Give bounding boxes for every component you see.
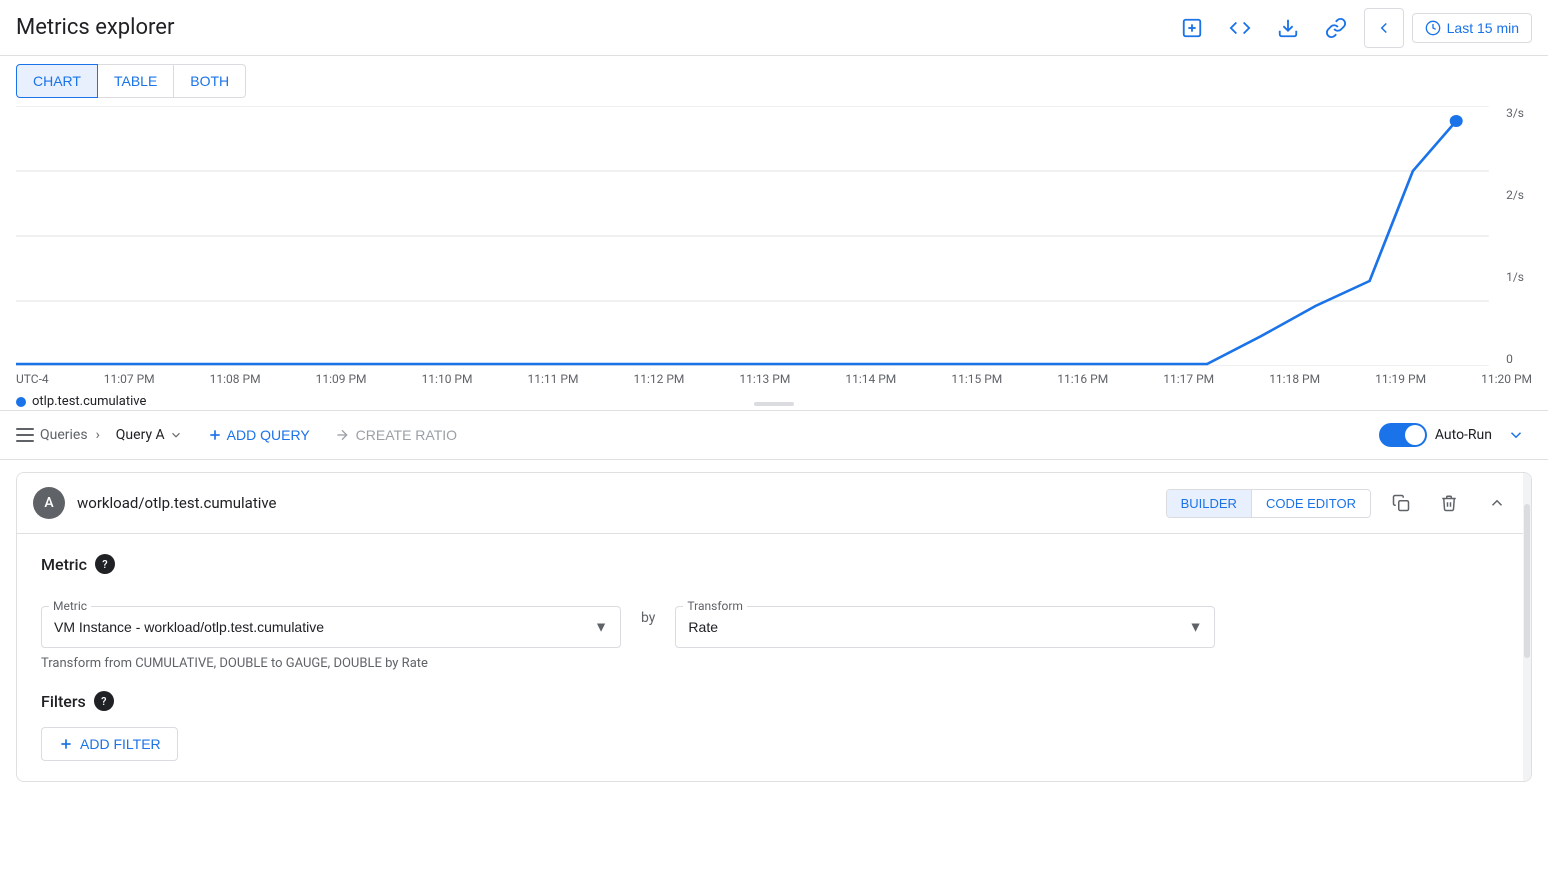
x-label-1111: 11:11 PM [528, 372, 579, 386]
collapse-icon [1488, 494, 1506, 512]
transform-field-label: Transform [683, 599, 747, 613]
add-filter-label: ADD FILTER [80, 736, 161, 752]
create-ratio-icon [334, 427, 350, 443]
chart-area: 3/s 2/s 1/s 0 UTC-4 11:07 PM 11:08 PM 11… [0, 98, 1548, 398]
x-label-1117: 11:17 PM [1163, 372, 1214, 386]
header-actions: Last 15 min [1172, 8, 1532, 48]
query-dropdown-icon [169, 428, 183, 442]
query-name: Query A [116, 427, 165, 443]
scrollbar-thumb [1524, 504, 1530, 658]
duplicate-query-button[interactable] [1383, 485, 1419, 521]
y-label-2s: 2/s [1506, 188, 1524, 202]
metric-help-icon[interactable]: ? [95, 554, 115, 574]
filters-label: Filters [41, 692, 86, 711]
builder-view-button[interactable]: BUILDER [1167, 490, 1251, 517]
metric-select[interactable]: VM Instance - workload/otlp.test.cumulat… [42, 607, 620, 647]
query-body: Metric ? Metric VM Instance - workload/o… [17, 534, 1531, 781]
auto-run-toggle[interactable]: ✓ [1379, 423, 1427, 447]
metric-field-label: Metric [49, 599, 91, 613]
toggle-checkmark: ✓ [1413, 428, 1423, 442]
x-label-utc: UTC-4 [16, 372, 49, 386]
duplicate-icon [1392, 494, 1410, 512]
auto-run-label: Auto-Run [1435, 427, 1492, 443]
time-range-button[interactable]: Last 15 min [1412, 13, 1532, 43]
x-label-1120: 11:20 PM [1481, 372, 1532, 386]
by-label: by [637, 590, 659, 626]
metric-row: Metric VM Instance - workload/otlp.test.… [41, 590, 1507, 648]
tab-both[interactable]: BOTH [174, 64, 246, 98]
transform-field: Transform Rate Delta None ▼ [675, 590, 1215, 648]
metric-label: Metric [41, 555, 87, 574]
legend-label: otlp.test.cumulative [32, 394, 146, 409]
time-range-label: Last 15 min [1447, 20, 1519, 36]
x-label-1109: 11:09 PM [316, 372, 367, 386]
create-ratio-button[interactable]: CREATE RATIO [326, 423, 465, 447]
alert-icon-button[interactable] [1172, 8, 1212, 48]
x-label-1108: 11:08 PM [210, 372, 261, 386]
list-icon [16, 428, 34, 442]
query-view-toggle: BUILDER CODE EDITOR [1166, 489, 1371, 518]
add-filter-button[interactable]: ADD FILTER [41, 727, 178, 761]
chart-y-axis: 3/s 2/s 1/s 0 [1506, 106, 1524, 366]
tab-table[interactable]: TABLE [98, 64, 174, 98]
collapse-panel-button[interactable] [1364, 8, 1404, 48]
page-title: Metrics explorer [16, 15, 174, 40]
query-bar: Queries › Query A ADD QUERY CREATE RATIO… [0, 410, 1548, 460]
delete-icon [1440, 494, 1458, 512]
x-label-1110: 11:10 PM [422, 372, 473, 386]
x-label-1119: 11:19 PM [1375, 372, 1426, 386]
y-label-0: 0 [1506, 352, 1524, 366]
queries-text: Queries [40, 427, 88, 443]
create-ratio-label: CREATE RATIO [356, 427, 457, 443]
x-label-1112: 11:12 PM [633, 372, 684, 386]
filters-section-title: Filters ? [41, 691, 1507, 711]
chart-svg [16, 106, 1532, 366]
y-label-3s: 3/s [1506, 106, 1524, 120]
view-tabs: CHART TABLE BOTH [0, 56, 1548, 98]
legend-color-dot [16, 397, 26, 407]
transform-select[interactable]: Rate Delta None [676, 607, 1214, 647]
code-editor-view-button[interactable]: CODE EDITOR [1251, 490, 1370, 517]
query-panel: A workload/otlp.test.cumulative BUILDER … [16, 472, 1532, 782]
transform-hint: Transform from CUMULATIVE, DOUBLE to GAU… [41, 656, 1507, 671]
add-filter-plus-icon [58, 736, 74, 752]
query-avatar: A [33, 487, 65, 519]
link-icon-button[interactable] [1316, 8, 1356, 48]
expand-down-button[interactable] [1500, 419, 1532, 451]
chart-x-axis: UTC-4 11:07 PM 11:08 PM 11:09 PM 11:10 P… [16, 370, 1532, 390]
collapse-query-button[interactable] [1479, 485, 1515, 521]
download-icon-button[interactable] [1268, 8, 1308, 48]
chevron-right-icon: › [96, 427, 100, 443]
x-label-1113: 11:13 PM [739, 372, 790, 386]
y-label-1s: 1/s [1506, 270, 1524, 284]
add-query-label: ADD QUERY [227, 427, 310, 443]
expand-down-icon [1507, 426, 1525, 444]
query-resource: workload/otlp.test.cumulative [77, 494, 1154, 512]
tab-chart[interactable]: CHART [16, 64, 98, 98]
code-icon-button[interactable] [1220, 8, 1260, 48]
query-bar-left: Queries › Query A ADD QUERY CREATE RATIO [16, 423, 1371, 447]
metric-select-wrapper: VM Instance - workload/otlp.test.cumulat… [41, 606, 621, 648]
toggle-slider: ✓ [1379, 423, 1427, 447]
header: Metrics explorer Last 15 min [0, 0, 1548, 56]
metric-field: Metric VM Instance - workload/otlp.test.… [41, 590, 621, 648]
chart-legend: otlp.test.cumulative [16, 390, 1532, 413]
scrollbar[interactable] [1523, 473, 1531, 781]
query-panel-header: A workload/otlp.test.cumulative BUILDER … [17, 473, 1531, 534]
add-query-plus-icon [207, 427, 223, 443]
filters-section: Filters ? ADD FILTER [41, 691, 1507, 761]
add-query-button[interactable]: ADD QUERY [199, 423, 318, 447]
query-pill[interactable]: Query A [108, 423, 191, 447]
metric-section-title: Metric ? [41, 554, 1507, 574]
filters-help-icon[interactable]: ? [94, 691, 114, 711]
x-label-1107: 11:07 PM [104, 372, 155, 386]
x-label-1118: 11:18 PM [1269, 372, 1320, 386]
x-label-1116: 11:16 PM [1057, 372, 1108, 386]
x-label-1115: 11:15 PM [951, 372, 1002, 386]
query-bar-right: ✓ Auto-Run [1379, 419, 1532, 451]
delete-query-button[interactable] [1431, 485, 1467, 521]
queries-label[interactable]: Queries [16, 427, 88, 443]
transform-select-wrapper: Rate Delta None ▼ [675, 606, 1215, 648]
x-label-1114: 11:14 PM [845, 372, 896, 386]
